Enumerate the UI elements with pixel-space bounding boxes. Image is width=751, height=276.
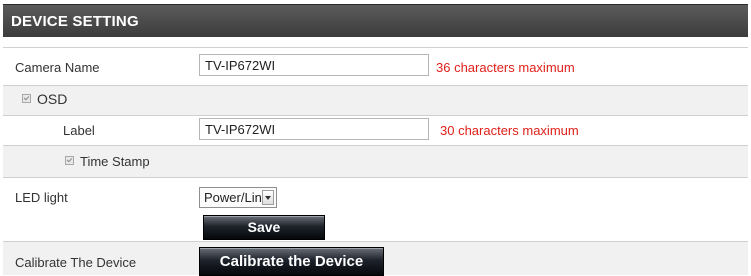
calibrate-device-button[interactable]: Calibrate the Device: [199, 247, 384, 276]
osd-label-input[interactable]: [199, 118, 429, 140]
calibrate-label: Calibrate The Device: [15, 255, 137, 270]
time-stamp-checkbox[interactable]: [65, 156, 74, 165]
calibrate-row: Calibrate The Device Calibrate the Devic…: [3, 241, 748, 276]
osd-row: OSD: [3, 85, 748, 115]
camera-name-label: Camera Name: [15, 60, 100, 75]
led-light-row: LED light Power/Link Save: [3, 177, 748, 241]
dropdown-arrow-icon[interactable]: [262, 190, 274, 205]
settings-header: DEVICE SETTING: [3, 4, 748, 37]
camera-name-input[interactable]: [199, 54, 429, 76]
led-light-select[interactable]: Power/Link: [199, 187, 277, 208]
osd-checkbox[interactable]: [22, 94, 31, 103]
time-stamp-label: Time Stamp: [80, 154, 150, 169]
camera-name-limit-hint: 36 characters maximum: [436, 60, 575, 75]
section-title: DEVICE SETTING: [11, 13, 139, 30]
camera-name-row: Camera Name 36 characters maximum: [3, 47, 748, 85]
led-light-selected-value: Power/Link: [204, 190, 269, 205]
osd-label-limit-hint: 30 characters maximum: [440, 123, 579, 138]
osd-label-row: Label 30 characters maximum: [3, 115, 748, 145]
save-button[interactable]: Save: [203, 215, 325, 240]
osd-label-field-label: Label: [63, 123, 95, 138]
time-stamp-row: Time Stamp: [3, 145, 748, 177]
osd-label: OSD: [37, 91, 68, 107]
led-light-label: LED light: [15, 190, 68, 205]
